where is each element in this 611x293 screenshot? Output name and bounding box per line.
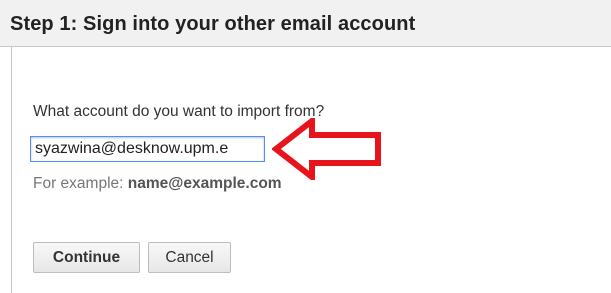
example-prefix: For example: — [33, 175, 128, 192]
example-email: name@example.com — [127, 175, 282, 192]
step-header: Step 1: Sign into your other email accou… — [0, 0, 611, 47]
content-left-border — [11, 47, 12, 293]
continue-button[interactable]: Continue — [33, 242, 140, 273]
cancel-button[interactable]: Cancel — [148, 242, 231, 273]
step-title: Step 1: Sign into your other email accou… — [10, 13, 416, 35]
red-arrow-annotation-icon — [272, 118, 381, 180]
import-mail-dialog: Step 1: Sign into your other email accou… — [0, 0, 611, 293]
example-hint: For example: name@example.com — [33, 175, 282, 193]
email-account-input[interactable] — [30, 136, 265, 162]
